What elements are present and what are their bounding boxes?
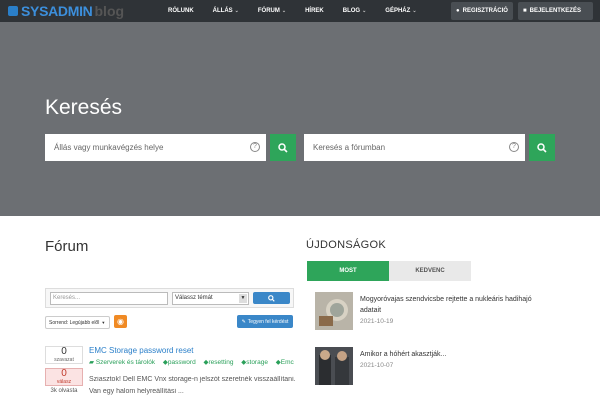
help-icon[interactable]: ? xyxy=(250,142,260,152)
news-date: 2021-10-19 xyxy=(360,318,394,325)
login-label: BEJELENTKEZÉS xyxy=(529,8,581,14)
tag-label: storage xyxy=(246,359,268,366)
answers-count: 0 xyxy=(61,368,67,379)
topic-select[interactable]: Válassz témát ▼ xyxy=(172,292,249,305)
chevron-down-icon: ⌄ xyxy=(281,8,287,14)
menu-label: GÉPHÁZ xyxy=(385,8,411,14)
chevron-down-icon: ⌄ xyxy=(234,8,239,14)
news-title[interactable]: Amikor a hóhért akasztják... xyxy=(360,349,540,360)
views-count: 3k olvasta xyxy=(50,388,78,394)
user-icon: ● xyxy=(456,8,460,14)
tag-label: Emc xyxy=(280,359,294,366)
news-title[interactable]: Mogyoróvajas szendvicsbe rejtette a nukl… xyxy=(360,294,540,316)
search-icon xyxy=(537,142,547,153)
news-item[interactable]: Mogyoróvajas szendvicsbe rejtette a nukl… xyxy=(315,292,555,332)
login-button[interactable]: ■ BEJELENTKEZÉS xyxy=(518,2,593,20)
job-search-button[interactable] xyxy=(270,134,296,161)
votes-counter: 0 szavazat xyxy=(45,346,83,364)
tag-category[interactable]: ▰ Szerverek és tárolók xyxy=(89,359,158,366)
tab-kedvenc[interactable]: KEDVENC xyxy=(389,261,471,281)
menu-label: ÁLLÁS xyxy=(212,8,233,14)
tab-most[interactable]: MOST xyxy=(307,261,389,281)
forum-search-placeholder: Keresés a fórumban xyxy=(313,143,386,152)
sort-dropdown[interactable]: Sorrend: Legújabb elől ▼ xyxy=(45,316,110,329)
hero-title: Keresés xyxy=(45,96,123,119)
caret-down-icon: ▼ xyxy=(101,320,106,325)
forum-search-button[interactable] xyxy=(529,134,555,161)
chevron-down-icon: ▼ xyxy=(239,294,247,303)
news-thumbnail xyxy=(315,347,353,385)
main-menu: RÓLUNK ÁLLÁS ⌄ FÓRUM ⌄ HÍREK BLOG ⌄ GÉPHÁZ ⌄ xyxy=(168,0,436,22)
search-icon xyxy=(268,294,275,302)
register-button[interactable]: ● REGISZTRÁCIÓ xyxy=(451,2,513,20)
pencil-icon: ✎ xyxy=(241,318,246,325)
site-logo[interactable]: SYSADMIN blog xyxy=(8,3,124,19)
forum-filter-button[interactable] xyxy=(253,292,290,304)
menu-label: RÓLUNK xyxy=(168,8,194,14)
news-date: 2021-10-07 xyxy=(360,362,394,369)
tag-label: Szerverek és tárolók xyxy=(95,359,156,366)
tag-label: password xyxy=(167,359,196,366)
help-icon[interactable]: ? xyxy=(509,142,519,152)
menu-item-allas[interactable]: ÁLLÁS ⌄ xyxy=(213,8,239,14)
topic-select-value: Válassz témát xyxy=(175,295,213,301)
chevron-down-icon: ⌄ xyxy=(412,8,417,14)
tab-most-label: MOST xyxy=(339,268,357,274)
top-navbar: SYSADMIN blog RÓLUNK ÁLLÁS ⌄ FÓRUM ⌄ HÍREK… xyxy=(0,0,600,22)
topic-excerpt-line2: Van egy halom helyreállítási ... xyxy=(89,388,184,395)
forum-title: Fórum xyxy=(45,238,89,255)
search-icon xyxy=(278,142,288,153)
answers-counter: 0 válasz xyxy=(45,368,83,386)
forum-filter-bar: Keresés... Válassz témát ▼ xyxy=(45,288,294,308)
job-search-placeholder: Állás vagy munkavégzés helye xyxy=(54,143,164,152)
news-item[interactable]: Amikor a hóhért akasztják... 2021-10-07 xyxy=(315,347,555,387)
ask-question-button[interactable]: ✎ Tegyen fel kérdést xyxy=(237,315,293,328)
register-label: REGISZTRÁCIÓ xyxy=(462,8,508,14)
menu-item-forum[interactable]: FÓRUM ⌄ xyxy=(258,8,286,14)
menu-label: FÓRUM xyxy=(257,8,280,14)
menu-label: HÍREK xyxy=(305,8,324,14)
tag-password[interactable]: ◆password xyxy=(163,359,199,366)
tab-kedvenc-label: KEDVENC xyxy=(415,268,445,274)
menu-label: BLOG xyxy=(342,8,361,14)
logo-icon xyxy=(8,6,18,16)
logo-text: SYSADMIN xyxy=(21,3,93,19)
votes-label: szavazat xyxy=(54,357,74,363)
menu-item-rolunk[interactable]: RÓLUNK xyxy=(168,8,194,14)
ask-question-label: Tegyen fel kérdést xyxy=(247,318,289,325)
menu-item-hirek[interactable]: HÍREK xyxy=(305,8,324,14)
lock-icon: ■ xyxy=(523,8,527,14)
tag-label: resetting xyxy=(208,359,234,366)
answers-label: válasz xyxy=(56,379,72,385)
forum-search-input[interactable]: Keresés a fórumban ? xyxy=(304,134,525,161)
news-thumbnail xyxy=(315,292,353,330)
logo-subtext: blog xyxy=(94,3,125,19)
topic-excerpt-line1: Sziasztok! Dell EMC Vnx storage-n jelszó… xyxy=(89,376,296,383)
votes-count: 0 xyxy=(61,346,67,357)
sort-label: Sorrend: Legújabb elől xyxy=(49,319,100,326)
tag-resetting[interactable]: ◆resetting xyxy=(204,359,237,366)
chevron-down-icon: ⌄ xyxy=(362,8,367,14)
rss-icon[interactable]: ◉ xyxy=(114,315,127,328)
topic-title-link[interactable]: EMC Storage password reset xyxy=(89,346,194,355)
tag-emc[interactable]: ◆Emc xyxy=(276,359,297,366)
menu-item-gephaz[interactable]: GÉPHÁZ ⌄ xyxy=(385,8,416,14)
forum-filter-input[interactable]: Keresés... xyxy=(50,292,168,305)
tag-storage[interactable]: ◆storage xyxy=(241,359,271,366)
news-section-title: ÚJDONSÁGOK xyxy=(306,239,387,251)
menu-item-blog[interactable]: BLOG ⌄ xyxy=(343,8,367,14)
job-search-input[interactable]: Állás vagy munkavégzés helye ? xyxy=(45,134,266,161)
topic-tags: ▰ Szerverek és tárolók ◆password ◆resett… xyxy=(89,358,300,366)
